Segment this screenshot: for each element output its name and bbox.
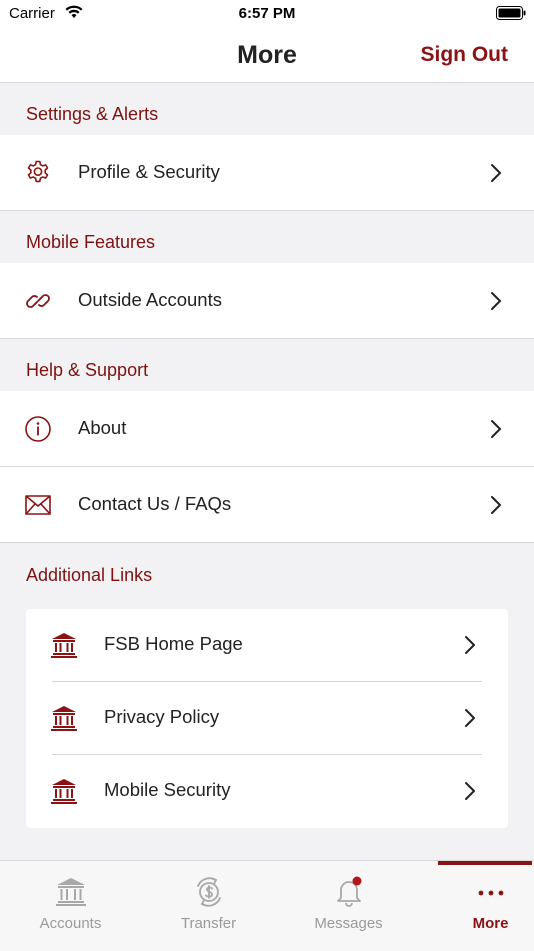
tab-bar: Accounts Transfer Messages More xyxy=(0,860,534,951)
nav-bar: More Sign Out xyxy=(0,30,534,83)
section-header-settings-alerts: Settings & Alerts xyxy=(0,83,534,136)
section-title: Help & Support xyxy=(26,360,149,380)
tab-accounts[interactable]: Accounts xyxy=(4,861,137,951)
chevron-right-icon xyxy=(491,164,501,182)
bank-icon xyxy=(51,779,77,804)
profile-security-label: Profile & Security xyxy=(78,161,220,182)
tab-label: More xyxy=(472,915,509,932)
transfer-dollar-icon xyxy=(196,877,221,907)
tab-label: Messages xyxy=(314,915,383,932)
section-title: Mobile Features xyxy=(26,232,156,252)
chevron-right-icon xyxy=(491,496,501,514)
mobile-security-label: Mobile Security xyxy=(104,779,231,800)
profile-security-row[interactable]: Profile & Security xyxy=(0,135,534,211)
chevron-right-icon xyxy=(465,636,475,654)
battery-icon xyxy=(496,6,526,20)
tab-label: Transfer xyxy=(180,915,237,932)
status-bar: Carrier 6:57 PM xyxy=(0,0,534,30)
envelope-icon xyxy=(25,495,51,515)
more-dots-icon xyxy=(478,890,503,896)
bank-icon xyxy=(51,633,77,658)
tab-messages[interactable]: Messages xyxy=(282,861,415,951)
chevron-right-icon xyxy=(491,292,501,310)
sign-out-button[interactable]: Sign Out xyxy=(421,43,509,67)
contact-faqs-row[interactable]: Contact Us / FAQs xyxy=(0,467,534,543)
tab-transfer[interactable]: Transfer xyxy=(142,861,275,951)
about-label: About xyxy=(78,417,127,438)
info-icon xyxy=(25,416,51,442)
outside-accounts-row[interactable]: Outside Accounts xyxy=(0,263,534,339)
chevron-right-icon xyxy=(465,782,475,800)
link-icon xyxy=(26,294,50,308)
mobile-security-link[interactable]: Mobile Security xyxy=(26,755,508,828)
privacy-policy-label: Privacy Policy xyxy=(104,706,220,727)
tab-more[interactable]: More xyxy=(424,861,534,951)
contact-faqs-label: Contact Us / FAQs xyxy=(78,493,232,514)
fsb-home-page-label: FSB Home Page xyxy=(104,633,243,654)
outside-accounts-label: Outside Accounts xyxy=(78,289,222,310)
gear-icon xyxy=(27,160,49,183)
about-row[interactable]: About xyxy=(0,391,534,467)
bell-icon xyxy=(336,876,361,907)
additional-links-card: FSB Home Page Privacy Policy Mobile Secu… xyxy=(26,609,508,828)
section-header-additional-links: Additional Links xyxy=(0,544,534,596)
section-title: Additional Links xyxy=(26,565,153,585)
active-tab-indicator xyxy=(438,861,532,865)
bank-icon xyxy=(55,878,86,906)
chevron-right-icon xyxy=(491,420,501,438)
bank-icon xyxy=(51,706,77,731)
privacy-policy-link[interactable]: Privacy Policy xyxy=(26,682,508,755)
fsb-home-page-link[interactable]: FSB Home Page xyxy=(26,609,508,682)
clock: 6:57 PM xyxy=(238,5,296,22)
section-title: Settings & Alerts xyxy=(26,104,159,124)
chevron-right-icon xyxy=(465,709,475,727)
section-header-mobile-features: Mobile Features xyxy=(0,211,534,264)
tab-label: Accounts xyxy=(39,915,102,932)
section-header-help-support: Help & Support xyxy=(0,339,534,392)
